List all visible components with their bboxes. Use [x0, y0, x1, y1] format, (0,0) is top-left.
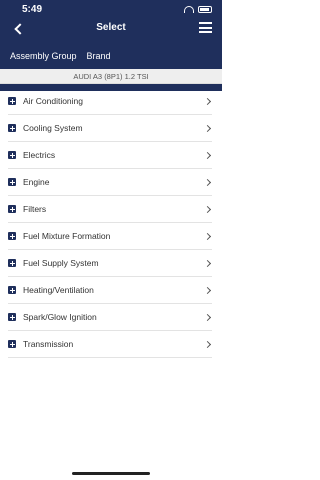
page-title: Select [96, 22, 126, 33]
list-item-label: Fuel Supply System [23, 258, 99, 268]
list-item[interactable]: Filters [8, 196, 212, 223]
hamburger-line [199, 26, 212, 29]
hamburger-menu-icon [199, 22, 212, 24]
chevron-right-icon [203, 232, 212, 240]
list-item-label: Filters [23, 204, 47, 214]
plus-box-icon [8, 124, 16, 132]
plus-box-icon [8, 232, 16, 240]
menu-button[interactable] [199, 22, 212, 33]
wifi-icon [184, 6, 194, 13]
list-item-label: Electrics [23, 150, 56, 160]
status-icons [184, 6, 212, 13]
plus-box-icon [8, 313, 16, 321]
list-item-label: Cooling System [23, 123, 83, 133]
list-item[interactable]: Electrics [8, 142, 212, 169]
list-item-label: Air Conditioning [23, 96, 84, 106]
list-item-label: Transmission [23, 339, 74, 349]
list-item-label: Heating/Ventilation [23, 285, 94, 295]
chevron-right-icon [203, 151, 212, 159]
chevron-right-icon [203, 205, 212, 213]
list-item[interactable]: Fuel Mixture Formation [8, 223, 212, 250]
chevron-right-icon [203, 124, 212, 132]
home-indicator[interactable] [72, 472, 150, 475]
list-item[interactable]: Spark/Glow Ignition [8, 304, 212, 331]
assembly-group-list: Air Conditioning Cooling System Electric… [0, 88, 222, 358]
list-item[interactable]: Transmission [8, 331, 212, 358]
chevron-right-icon [203, 259, 212, 267]
chevron-right-icon [203, 97, 212, 105]
chevron-right-icon [203, 340, 212, 348]
list-item[interactable]: Engine [8, 169, 212, 196]
plus-box-icon [8, 259, 16, 267]
chevron-right-icon [203, 286, 212, 294]
list-item-label: Spark/Glow Ignition [23, 312, 97, 322]
list-item[interactable]: Air Conditioning [8, 88, 212, 115]
list-item-label: Fuel Mixture Formation [23, 231, 111, 241]
list-item-label: Engine [23, 177, 50, 187]
plus-box-icon [8, 286, 16, 294]
plus-box-icon [8, 178, 16, 186]
tab-brand[interactable]: Brand [87, 51, 111, 61]
list-item[interactable]: Heating/Ventilation [8, 277, 212, 304]
list-item[interactable]: Cooling System [8, 115, 212, 142]
hamburger-line [199, 31, 212, 33]
plus-box-icon [8, 340, 16, 348]
battery-icon [198, 6, 212, 13]
status-time: 5:49 [22, 4, 43, 15]
chevron-right-icon [203, 178, 212, 186]
plus-box-icon [8, 97, 16, 105]
plus-box-icon [8, 151, 16, 159]
chevron-right-icon [203, 313, 212, 321]
tab-bar: Assembly Group Brand [10, 51, 111, 61]
list-item[interactable]: Fuel Supply System [8, 250, 212, 277]
vehicle-label: AUDI A3 (8P1) 1.2 TSI [0, 69, 222, 84]
tab-assembly-group[interactable]: Assembly Group [10, 51, 77, 61]
plus-box-icon [8, 205, 16, 213]
